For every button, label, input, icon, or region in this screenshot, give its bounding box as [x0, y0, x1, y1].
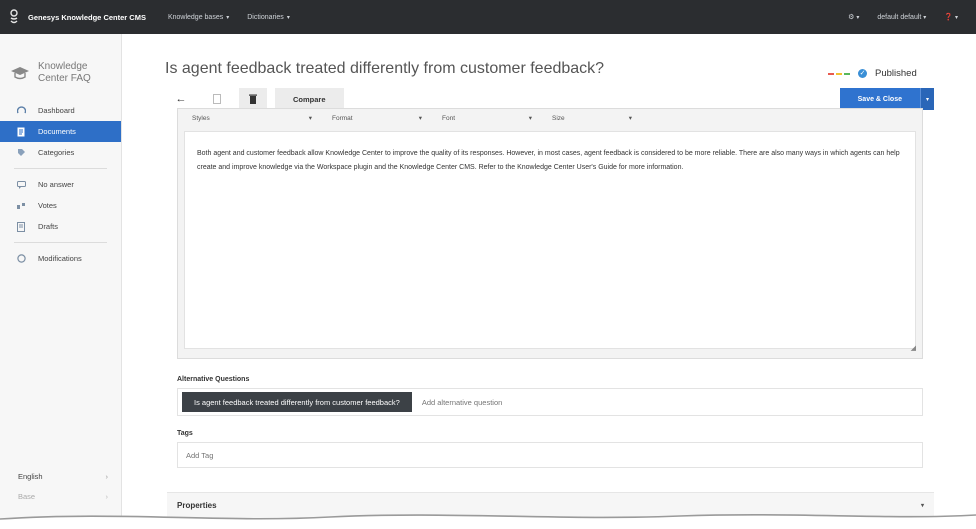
- language-label: English: [18, 472, 43, 481]
- sidebar-item-votes[interactable]: Votes: [0, 195, 121, 216]
- compare-button[interactable]: Compare: [275, 88, 344, 110]
- tags-field: [177, 442, 923, 468]
- back-button[interactable]: ←: [167, 88, 195, 110]
- copy-button[interactable]: [203, 88, 231, 110]
- chevron-down-icon: ▾: [925, 96, 929, 103]
- base-selector[interactable]: Base ›: [0, 492, 122, 501]
- format-dropdown[interactable]: Format ▾: [322, 114, 432, 123]
- alternative-question-chip[interactable]: Is agent feedback treated differently fr…: [182, 392, 412, 412]
- base-label: Base: [18, 492, 36, 501]
- sidebar-item-label: Modifications: [38, 254, 82, 263]
- chevron-down-icon: ▾: [418, 115, 422, 122]
- knowledge-base-brand: Knowledge Center FAQ: [0, 34, 121, 94]
- format-label: Format: [332, 114, 353, 122]
- modifications-icon: [14, 254, 28, 263]
- sidebar-item-label: Documents: [38, 127, 76, 136]
- styles-label: Styles: [192, 114, 210, 122]
- publish-status: ✓ Published: [828, 68, 917, 79]
- font-label: Font: [442, 114, 456, 122]
- chevron-down-icon: ▾: [308, 115, 312, 122]
- graduation-cap-icon: [11, 67, 29, 80]
- styles-dropdown[interactable]: Styles ▾: [192, 114, 322, 123]
- sidebar-item-label: Drafts: [38, 222, 59, 231]
- sidebar-item-label: No answer: [38, 180, 74, 189]
- tags-label: Tags: [177, 430, 193, 437]
- chevron-down-icon: ▾: [923, 14, 927, 21]
- app-title[interactable]: Genesys Knowledge Center CMS: [28, 13, 146, 22]
- sidebar-item-modifications[interactable]: Modifications: [0, 248, 121, 269]
- language-selector[interactable]: English ›: [0, 472, 122, 481]
- top-bar: Genesys Knowledge Center CMS Knowledge b…: [0, 0, 976, 34]
- editor-content[interactable]: Both agent and customer feedback allow K…: [184, 131, 916, 349]
- sidebar-item-label: Dashboard: [38, 106, 75, 115]
- tag-icon: [14, 148, 28, 157]
- help-menu[interactable]: ❓ ▾: [944, 13, 958, 21]
- status-indicator-icon: [828, 72, 850, 75]
- menu-knowledge-bases[interactable]: Knowledge bases ▾: [168, 14, 229, 21]
- sidebar-item-documents[interactable]: Documents: [0, 121, 121, 142]
- sidebar-item-label: Categories: [38, 148, 75, 157]
- rich-text-editor: Styles ▾ Format ▾ Font ▾ Size ▾ Both agent a…: [177, 108, 923, 359]
- document-toolbar: ← Compare Save & Close ▾: [167, 88, 934, 110]
- delete-button[interactable]: [239, 88, 267, 110]
- chevron-down-icon: ▾: [226, 14, 230, 21]
- status-dash-green: [844, 72, 850, 75]
- sidebar: Knowledge Center FAQ Dashboard Documents…: [0, 34, 122, 529]
- votes-icon: [14, 202, 28, 210]
- divider: [14, 168, 107, 169]
- save-close-group: Save & Close ▾: [839, 88, 934, 110]
- arrow-left-icon: ←: [175, 93, 187, 105]
- divider: [14, 242, 107, 243]
- menu-label: Knowledge bases: [167, 13, 224, 21]
- torn-edge-decoration: [0, 514, 976, 529]
- alternative-questions-label: Alternative Questions: [177, 376, 250, 383]
- sidebar-item-label: Votes: [38, 201, 57, 210]
- add-alternative-question-input[interactable]: [421, 397, 722, 407]
- document-icon: [14, 127, 28, 137]
- chevron-right-icon: ›: [105, 472, 109, 481]
- dashboard-icon: [14, 106, 28, 115]
- size-label: Size: [552, 114, 565, 122]
- menu-label: Dictionaries: [247, 13, 284, 21]
- trash-icon: [249, 94, 257, 104]
- save-close-button[interactable]: Save & Close: [839, 88, 920, 110]
- sidebar-item-no-answer[interactable]: No answer: [0, 174, 121, 195]
- knowledge-base-name: Knowledge Center FAQ: [38, 61, 91, 84]
- chevron-down-icon: ▾: [628, 115, 632, 122]
- status-dash-red: [828, 72, 834, 75]
- chevron-right-icon: ›: [105, 492, 109, 501]
- status-dash-yellow: [836, 72, 842, 75]
- sidebar-item-drafts[interactable]: Drafts: [0, 216, 121, 237]
- chevron-down-icon: ▾: [856, 15, 860, 21]
- genesys-logo-icon[interactable]: [0, 0, 28, 34]
- save-options-button[interactable]: ▾: [920, 88, 934, 110]
- font-dropdown[interactable]: Font ▾: [432, 114, 542, 123]
- sidebar-item-dashboard[interactable]: Dashboard: [0, 100, 121, 121]
- menu-dictionaries[interactable]: Dictionaries ▾: [247, 14, 290, 21]
- user-name: default default: [877, 13, 922, 21]
- add-tag-input[interactable]: [186, 450, 486, 460]
- chevron-down-icon: ▾: [954, 15, 958, 21]
- sidebar-item-categories[interactable]: Categories: [0, 142, 121, 163]
- check-circle-icon: ✓: [858, 69, 867, 78]
- page-title: Is agent feedback treated differently fr…: [165, 60, 605, 77]
- status-label: Published: [875, 68, 917, 79]
- help-icon: ❓: [944, 14, 954, 21]
- chevron-down-icon: ▾: [528, 115, 532, 122]
- user-menu[interactable]: default default ▾: [877, 14, 926, 21]
- chevron-down-icon: ▾: [286, 14, 290, 21]
- drafts-icon: [14, 221, 28, 232]
- resize-handle-icon[interactable]: ◢: [911, 344, 916, 352]
- gear-icon: ⚙: [848, 14, 855, 21]
- alternative-questions-field: Is agent feedback treated differently fr…: [177, 388, 923, 416]
- copy-icon: [213, 94, 221, 104]
- settings-menu[interactable]: ⚙ ▾: [848, 13, 859, 21]
- size-dropdown[interactable]: Size ▾: [542, 114, 642, 123]
- no-answer-icon: [14, 180, 28, 189]
- editor-toolbar: Styles ▾ Format ▾ Font ▾ Size ▾: [178, 109, 922, 127]
